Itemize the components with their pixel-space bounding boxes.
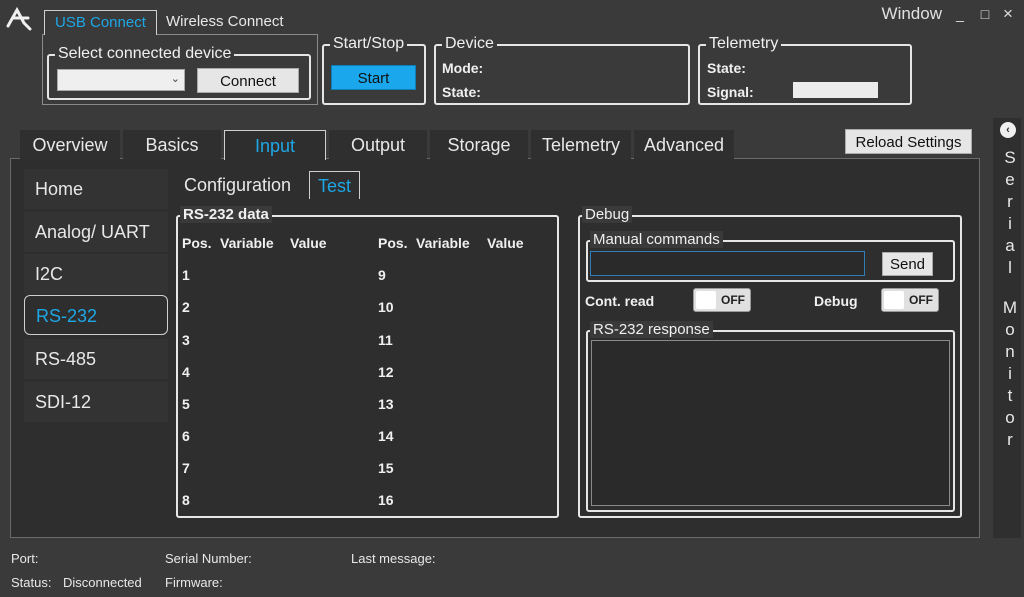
telemetry-label: Telemetry <box>706 35 782 53</box>
table-row-pos: 8 <box>182 492 190 508</box>
serial-monitor-letter: i <box>1008 214 1012 233</box>
tab-storage[interactable]: Storage <box>430 130 528 159</box>
table-row-pos: 15 <box>378 460 394 476</box>
chevron-left-icon[interactable]: ‹ <box>1000 122 1016 138</box>
table-row-pos: 14 <box>378 428 394 444</box>
tab-input[interactable]: Input <box>224 130 326 160</box>
device-label: Device <box>442 35 497 53</box>
table-row-pos: 13 <box>378 396 394 412</box>
rs232-response-label: RS-232 response <box>590 321 713 338</box>
table-row-pos: 5 <box>182 396 190 412</box>
table-row-pos: 3 <box>182 332 190 348</box>
cont-read-label: Cont. read <box>585 293 655 309</box>
serial-monitor-letter: e <box>1005 170 1015 189</box>
toggle-knob <box>884 291 904 309</box>
cont-read-toggle[interactable]: OFF <box>693 288 751 312</box>
toggle-knob <box>696 291 716 309</box>
col-header-pos-right: Pos. <box>378 235 408 251</box>
sidebar-item-home[interactable]: Home <box>24 169 168 209</box>
debug-toggle-label: Debug <box>814 293 858 309</box>
tab-basics[interactable]: Basics <box>123 130 221 159</box>
rs232-data-group: RS-232 data <box>176 206 559 518</box>
table-row-pos: 12 <box>378 364 394 380</box>
sidebar-item-sdi12[interactable]: SDI-12 <box>24 382 168 422</box>
tab-output[interactable]: Output <box>329 130 427 159</box>
toggle-state: OFF <box>909 293 933 307</box>
table-row-pos: 4 <box>182 364 190 380</box>
status-serial-label: Serial Number: <box>165 551 252 566</box>
toggle-state: OFF <box>721 293 745 307</box>
device-state-label: State: <box>442 84 481 100</box>
col-header-variable-right: Variable <box>416 235 470 251</box>
serial-monitor-letter: i <box>1008 364 1012 383</box>
sidebar-item-rs232[interactable]: RS-232 <box>24 295 168 335</box>
sidebar-item-analog-uart[interactable]: Analog/ UART <box>24 212 168 252</box>
tab-overview[interactable]: Overview <box>20 130 120 159</box>
serial-monitor-letter: S <box>1004 148 1016 167</box>
table-row-pos: 11 <box>378 332 393 348</box>
select-device-label: Select connected device <box>55 45 235 63</box>
close-button[interactable]: × <box>998 4 1018 24</box>
col-header-variable-left: Variable <box>220 235 274 251</box>
tab-test[interactable]: Test <box>309 171 361 199</box>
tab-configuration[interactable]: Configuration <box>176 171 299 199</box>
serial-monitor-letter: o <box>1005 408 1015 427</box>
manual-commands-label: Manual commands <box>590 231 723 248</box>
serial-monitor-letter: r <box>1007 192 1013 211</box>
signal-bar <box>793 82 878 98</box>
maximize-button[interactable]: □ <box>975 6 995 22</box>
serial-monitor-letter: M <box>1002 298 1018 317</box>
status-port-label: Port: <box>11 551 39 566</box>
status-firmware-label: Firmware: <box>165 575 223 590</box>
app-logo-icon <box>6 6 32 31</box>
sidebar-item-rs485[interactable]: RS-485 <box>24 339 168 379</box>
col-header-value-right: Value <box>487 235 524 251</box>
tab-usb-connect[interactable]: USB Connect <box>44 10 157 35</box>
tab-telemetry[interactable]: Telemetry <box>531 130 631 159</box>
rs232-response-textarea[interactable] <box>591 340 950 506</box>
telemetry-signal-label: Signal: <box>707 84 754 100</box>
telemetry-state-label: State: <box>707 60 746 76</box>
col-header-pos-left: Pos. <box>182 235 212 251</box>
rs232-data-label: RS-232 data <box>180 206 272 223</box>
send-button[interactable]: Send <box>882 252 933 276</box>
status-label: Status: <box>11 575 52 590</box>
table-row-pos: 7 <box>182 460 190 476</box>
table-row-pos: 9 <box>378 267 386 283</box>
table-row-pos: 1 <box>182 267 190 283</box>
table-row-pos: 6 <box>182 428 190 444</box>
connect-button[interactable]: Connect <box>197 68 299 93</box>
manual-command-input[interactable] <box>590 251 865 276</box>
serial-monitor-letter: a <box>1005 236 1015 255</box>
status-value: Disconnected <box>63 575 142 590</box>
start-button[interactable]: Start <box>331 65 416 90</box>
tab-wireless-connect[interactable]: Wireless Connect <box>156 10 294 35</box>
table-row-pos: 16 <box>378 492 394 508</box>
device-combobox[interactable]: ⌄ <box>57 69 185 91</box>
start-stop-label: Start/Stop <box>330 35 408 53</box>
chevron-down-icon: ⌄ <box>170 73 180 85</box>
serial-monitor-letter: r <box>1007 430 1013 449</box>
debug-group-label: Debug <box>582 206 633 223</box>
minimize-button[interactable]: _ <box>950 6 970 22</box>
window-menu[interactable]: Window <box>882 4 942 24</box>
serial-monitor-letter: l <box>1008 258 1012 277</box>
reload-settings-button[interactable]: Reload Settings <box>845 129 972 154</box>
serial-monitor-letter: t <box>1007 386 1013 405</box>
serial-monitor-letter: o <box>1005 320 1015 339</box>
serial-monitor-letter: n <box>1005 342 1015 361</box>
tab-advanced[interactable]: Advanced <box>634 130 734 159</box>
device-mode-label: Mode: <box>442 60 484 76</box>
sidebar-item-i2c[interactable]: I2C <box>24 254 168 294</box>
table-row-pos: 10 <box>378 299 394 315</box>
table-row-pos: 2 <box>182 299 190 315</box>
debug-toggle[interactable]: OFF <box>881 288 939 312</box>
col-header-value-left: Value <box>290 235 327 251</box>
status-last-message-label: Last message: <box>351 551 436 566</box>
